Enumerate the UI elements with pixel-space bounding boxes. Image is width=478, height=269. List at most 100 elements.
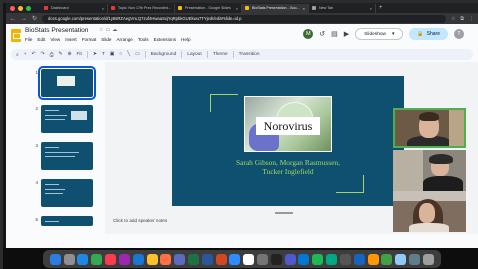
safari-app-icon[interactable] — [77, 253, 89, 265]
calendar-app-icon[interactable] — [243, 253, 255, 265]
menu-edit[interactable]: Edit — [37, 37, 45, 42]
music-app-icon[interactable] — [105, 253, 117, 265]
powerpoint-app-icon[interactable] — [215, 253, 227, 265]
image-icon[interactable]: ▣ — [110, 52, 115, 57]
pages-app-icon[interactable] — [367, 253, 379, 265]
menu-help[interactable]: Help — [181, 37, 190, 42]
document-title[interactable]: BioStats Presentation — [25, 27, 88, 34]
zoom-app-icon[interactable] — [229, 253, 241, 265]
keynote-app-icon[interactable] — [353, 253, 365, 265]
app-store-app-icon[interactable] — [132, 253, 144, 265]
shape-icon[interactable]: ○ — [119, 52, 122, 57]
menu-tools[interactable]: Tools — [138, 37, 149, 42]
browser-tab-active[interactable]: BioStats Presentation - Goo... × — [242, 3, 309, 13]
browser-tab[interactable]: Topic: Non 17th Prez Recorded...× — [108, 3, 175, 13]
notes-app-icon[interactable] — [146, 253, 158, 265]
spotify-app-icon[interactable] — [312, 253, 324, 265]
slides-logo-icon[interactable] — [11, 29, 21, 42]
close-tab-icon[interactable]: × — [236, 6, 238, 11]
transition-button[interactable]: Transition — [239, 52, 260, 57]
notes-resize-handle[interactable] — [275, 212, 293, 214]
video-tile-participant-3[interactable] — [393, 191, 466, 232]
bookmark-star-icon[interactable]: ☆ — [451, 16, 455, 22]
menu-arrange[interactable]: Arrange — [116, 37, 132, 42]
video-tile-participant-1[interactable] — [393, 108, 466, 148]
slide-authors[interactable]: Sarah Gibson, Morgan Rasmussen, Tucker I… — [192, 158, 384, 176]
version-history-icon[interactable]: ↺ — [319, 30, 325, 38]
close-window-button[interactable] — [10, 5, 15, 11]
zoom-window-button[interactable] — [26, 5, 31, 11]
vs-code-app-icon[interactable] — [298, 253, 310, 265]
undo-icon[interactable]: ↶ — [32, 52, 36, 57]
terminal-app-icon[interactable] — [270, 253, 282, 265]
search-menus-icon[interactable]: ⌕ — [16, 52, 19, 58]
slide-thumbnail-5[interactable] — [41, 216, 93, 226]
new-slide-icon[interactable]: + — [24, 52, 27, 57]
finder-app-icon[interactable] — [49, 253, 61, 265]
select-cursor-icon[interactable]: ➤ — [93, 52, 97, 57]
account-avatar[interactable]: T — [454, 29, 464, 39]
settings-app-icon[interactable] — [257, 253, 268, 265]
slide-title[interactable]: Norovirus — [256, 117, 320, 135]
theme-button[interactable]: Theme — [213, 52, 228, 57]
downloads-app-icon[interactable] — [408, 253, 420, 265]
cloud-status-icon[interactable]: ☁ — [112, 27, 119, 33]
share-button[interactable]: 🔒 Share — [409, 28, 448, 40]
close-tab-icon[interactable]: × — [102, 6, 104, 11]
line-icon[interactable]: ╲ — [127, 52, 130, 57]
paint-format-icon[interactable]: ✎ — [58, 52, 62, 57]
menu-format[interactable]: Format — [82, 37, 97, 42]
minimize-window-button[interactable] — [18, 5, 23, 11]
current-slide[interactable]: Norovirus Sarah Gibson, Morgan Rasmussen… — [172, 76, 404, 206]
numbers-app-icon[interactable] — [381, 253, 393, 265]
comment-icon[interactable]: ▭ — [135, 52, 140, 57]
slide-thumbnail-2[interactable] — [41, 105, 93, 133]
zoom-select[interactable]: Fit — [76, 52, 81, 57]
video-tile-participant-2[interactable] — [393, 150, 466, 191]
back-arrow-icon[interactable]: ← — [10, 16, 16, 22]
trash-app-icon[interactable] — [422, 253, 434, 265]
photos-app-icon[interactable] — [160, 253, 172, 265]
user-avatar[interactable]: M — [303, 29, 314, 39]
menu-file[interactable]: File — [25, 37, 32, 42]
speaker-notes-field[interactable]: Click to add speaker notes — [113, 218, 167, 223]
teams-app-icon[interactable] — [284, 253, 296, 265]
comments-icon[interactable]: ▤ — [331, 30, 338, 38]
print-icon[interactable]: ⎙ — [50, 52, 54, 58]
browser-tab[interactable]: Presentation - Google Slides × — [175, 3, 242, 13]
menu-extensions[interactable]: Extensions — [154, 37, 176, 42]
slide-thumbnail-4[interactable] — [41, 179, 93, 207]
launchpad-app-icon[interactable] — [63, 253, 75, 265]
url-input[interactable]: docs.google.com/presentation/d/1y8sRZAeg… — [42, 14, 446, 23]
menu-slide[interactable]: Slide — [101, 37, 111, 42]
menu-insert[interactable]: Insert — [65, 37, 77, 42]
slide-thumbnail-3[interactable] — [41, 142, 93, 170]
word-app-icon[interactable] — [201, 253, 213, 265]
browser-tab[interactable]: New Tab × — [309, 3, 376, 13]
zoom-icon[interactable]: ⊕ — [67, 52, 71, 57]
reload-icon[interactable]: ↻ — [32, 15, 37, 22]
close-tab-icon[interactable]: × — [370, 6, 372, 11]
other-app-icon[interactable] — [339, 253, 351, 265]
browser-tab[interactable]: Dashboard × — [41, 3, 108, 13]
text-box-icon[interactable]: T — [102, 52, 105, 57]
chat-app-icon[interactable] — [326, 253, 338, 265]
meet-camera-icon[interactable]: ▶ — [344, 30, 349, 38]
background-button[interactable]: Background — [151, 52, 177, 57]
new-tab-icon[interactable]: + — [379, 5, 383, 11]
slide-thumbnail-1[interactable] — [38, 66, 96, 100]
close-tab-icon[interactable]: × — [303, 6, 305, 11]
slideshow-button[interactable]: Slideshow ▾ — [355, 28, 404, 40]
preview-app-icon[interactable] — [174, 253, 186, 265]
files-app-icon[interactable] — [395, 253, 407, 265]
forward-arrow-icon[interactable]: → — [21, 16, 27, 22]
layout-button[interactable]: Layout — [187, 52, 201, 57]
podcasts-app-icon[interactable] — [118, 253, 130, 265]
redo-icon[interactable]: ↷ — [41, 52, 45, 57]
excel-app-icon[interactable] — [187, 253, 199, 265]
extensions-icon[interactable]: ⧉ — [460, 16, 464, 22]
menu-view[interactable]: View — [50, 37, 60, 42]
chrome-app-icon[interactable] — [91, 253, 103, 265]
more-menu-icon[interactable]: ⋮ — [469, 16, 474, 22]
chevron-down-icon[interactable]: ▾ — [392, 32, 394, 37]
